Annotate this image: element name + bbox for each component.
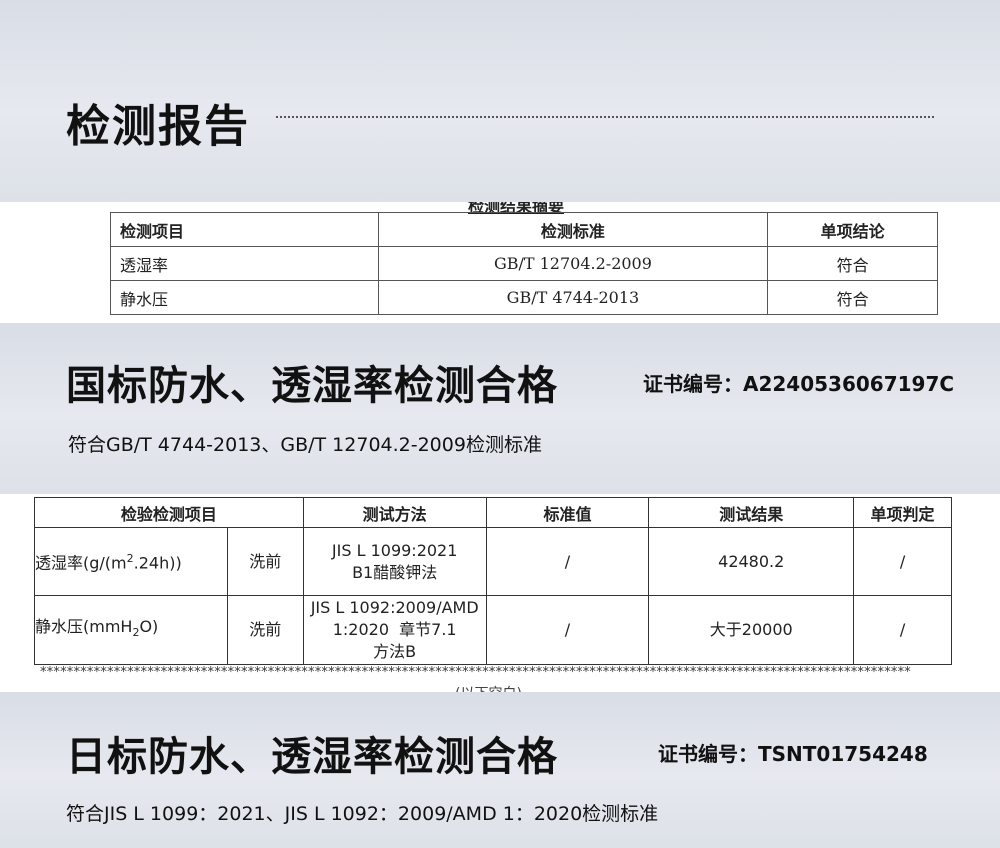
table-row: 透湿率 GB/T 12704.2-2009 符合 (110, 246, 938, 281)
cell-standard-value: / (485, 595, 650, 665)
method-line: B1醋酸钾法 (352, 562, 438, 582)
summary-table: 检测项目 检测标准 单项结论 透湿率 GB/T 12704.2-2009 符合 … (110, 212, 938, 315)
cell-conclusion: 符合 (767, 280, 938, 315)
national-cert-number: 证书编号：A2240536067197C (643, 368, 954, 397)
method-line: 方法B (373, 642, 417, 661)
national-standard-title: 国标防水、透湿率检测合格 (66, 363, 558, 409)
cell-condition: 洗前 (226, 595, 304, 665)
cell-standard-value: / (485, 527, 650, 596)
asterisk-separator: ****************************************… (40, 665, 911, 680)
header-standard-value: 标准值 (485, 497, 650, 528)
item-superscript: 2 (126, 552, 134, 566)
cert-label: 证书编号： (658, 742, 758, 766)
item-text: 透湿率(g/(m (35, 553, 127, 573)
jis-results-panel: 检验检测项目 测试方法 标准值 测试结果 单项判定 透湿率(g/(m2.24h)… (0, 494, 1000, 692)
japan-standard-band: 日标防水、透湿率检测合格 证书编号：TSNT01754248 符合JIS L 1… (0, 692, 1000, 848)
title-dotted-rule (276, 116, 934, 118)
cert-value: TSNT01754248 (758, 742, 928, 766)
cell-method: JIS L 1092:2009/AMD 1:2020 章节7.1 方法B (302, 595, 487, 665)
page-title: 检测报告 (66, 101, 250, 152)
table-row: 静水压 GB/T 4744-2013 符合 (110, 280, 938, 315)
item-text-suffix: .24h)) (133, 553, 182, 573)
table-row: 静水压(mmH2O) 洗前 JIS L 1092:2009/AMD 1:2020… (34, 595, 952, 665)
cell-standard: GB/T 12704.2-2009 (377, 246, 769, 281)
cell-standard: GB/T 4744-2013 (377, 280, 769, 315)
cell-condition: 洗前 (226, 527, 304, 596)
japan-compliance-text: 符合JIS L 1099：2021、JIS L 1092：2009/AMD 1：… (66, 803, 659, 825)
table-row: 透湿率(g/(m2.24h)) 洗前 JIS L 1099:2021 B1醋酸钾… (34, 527, 952, 596)
cell-item: 透湿率 (110, 246, 379, 281)
method-line: 1:2020 章节7.1 (332, 620, 457, 639)
header-test-method: 测试方法 (302, 497, 487, 528)
cell-method: JIS L 1099:2021 B1醋酸钾法 (302, 527, 487, 596)
summary-table-panel: 检测结果摘要 检测项目 检测标准 单项结论 透湿率 GB/T 12704.2-2… (0, 202, 1000, 323)
header-test-standard: 检测标准 (377, 212, 769, 247)
jis-table-header: 检验检测项目 测试方法 标准值 测试结果 单项判定 (34, 497, 952, 528)
method-line: JIS L 1092:2009/AMD (310, 598, 479, 617)
japan-standard-title: 日标防水、透湿率检测合格 (66, 734, 558, 780)
cell-item: 透湿率(g/(m2.24h)) (34, 527, 228, 596)
cell-judgement: / (853, 527, 952, 596)
header-conclusion: 单项结论 (767, 212, 938, 247)
cell-conclusion: 符合 (767, 246, 938, 281)
japan-cert-number: 证书编号：TSNT01754248 (658, 738, 928, 767)
jis-results-table: 检验检测项目 测试方法 标准值 测试结果 单项判定 透湿率(g/(m2.24h)… (34, 497, 952, 665)
national-compliance-text: 符合GB/T 4744-2013、GB/T 12704.2-2009检测标准 (68, 434, 542, 456)
cert-label: 证书编号： (643, 372, 743, 396)
header-test-item: 检测项目 (110, 212, 379, 247)
header-inspection-item: 检验检测项目 (34, 497, 304, 528)
cell-result: 42480.2 (648, 527, 855, 596)
cell-result: 大于20000 (648, 595, 855, 665)
method-line: JIS L 1099:2021 (331, 540, 458, 560)
cell-item: 静水压(mmH2O) (34, 595, 228, 665)
cell-item: 静水压 (110, 280, 379, 315)
header-band: 检测报告 (0, 0, 1000, 202)
header-test-result: 测试结果 (648, 497, 855, 528)
summary-table-header: 检测项目 检测标准 单项结论 (110, 212, 938, 247)
header-judgement: 单项判定 (853, 497, 952, 528)
item-text-suffix: O) (139, 616, 159, 636)
blank-below-note: (以下空白) (455, 683, 522, 692)
cell-judgement: / (853, 595, 952, 665)
cert-value: A2240536067197C (743, 372, 955, 396)
national-standard-band: 国标防水、透湿率检测合格 证书编号：A2240536067197C 符合GB/T… (0, 323, 1000, 494)
item-text: 静水压(mmH (35, 616, 133, 636)
